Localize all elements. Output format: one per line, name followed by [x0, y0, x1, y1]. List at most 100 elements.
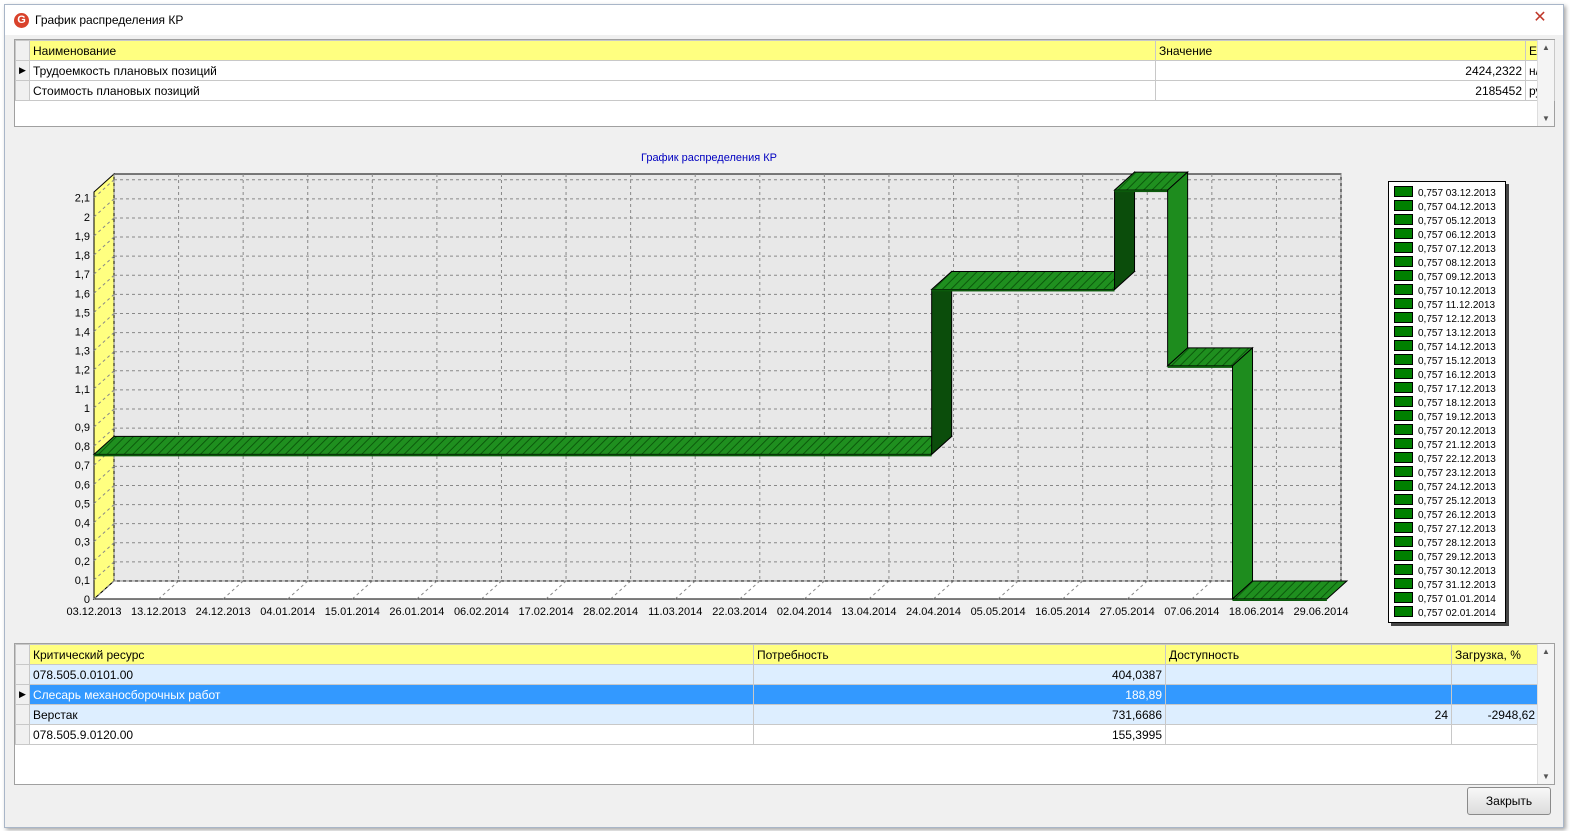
column-header-availability[interactable]: Доступность [1165, 644, 1452, 665]
cell-value[interactable]: 2185452 [1155, 80, 1526, 101]
legend-item: 0,757 24.12.2013 [1394, 480, 1496, 494]
x-tick-label: 24.04.2014 [906, 606, 961, 618]
y-tick-label: 1,8 [75, 250, 90, 262]
legend-swatch [1394, 270, 1413, 281]
cell-load[interactable] [1451, 684, 1539, 705]
x-tick-label: 06.02.2014 [454, 606, 509, 618]
row-indicator-header [15, 644, 30, 665]
y-tick-label: 0,8 [75, 441, 90, 453]
cell-availability[interactable] [1165, 684, 1452, 705]
y-tick-label: 1,7 [75, 269, 90, 281]
x-tick-label: 11.03.2014 [648, 606, 702, 618]
legend-swatch [1394, 592, 1413, 603]
legend-swatch [1394, 298, 1413, 309]
cell-availability[interactable] [1165, 664, 1452, 685]
legend-swatch [1394, 340, 1413, 351]
legend-label: 0,757 18.12.2013 [1418, 398, 1496, 409]
table-row-selected[interactable]: ▶ Слесарь механосборочных работ 188,89 [15, 684, 1539, 705]
cell-need[interactable]: 188,89 [753, 684, 1166, 705]
legend-item: 0,757 07.12.2013 [1394, 242, 1496, 256]
row-indicator [15, 664, 30, 685]
summary-grid: Наименование Значение ЕИ ▶ Трудоемкость … [14, 39, 1555, 127]
cell-resource[interactable]: Слесарь механосборочных работ [29, 684, 754, 705]
cell-load[interactable] [1451, 664, 1539, 685]
cell-load[interactable] [1451, 724, 1539, 745]
legend-item: 0,757 03.12.2013 [1394, 186, 1496, 200]
chart-plot: 0 0,1 0,2 0,3 0,4 0,5 0,6 0,7 0,8 0,9 1 1,1 1,2 1,3 1,… [66, 170, 1349, 618]
scroll-up-icon[interactable]: ▲ [1538, 647, 1554, 656]
legend-item: 0,757 23.12.2013 [1394, 466, 1496, 480]
legend-swatch [1394, 466, 1413, 477]
legend-label: 0,757 10.12.2013 [1418, 286, 1496, 297]
column-header-need[interactable]: Потребность [753, 644, 1166, 665]
legend-label: 0,757 25.12.2013 [1418, 496, 1496, 507]
app-icon: G [14, 13, 29, 28]
legend-item: 0,757 04.12.2013 [1394, 200, 1496, 214]
legend-item: 0,757 05.12.2013 [1394, 214, 1496, 228]
legend-swatch [1394, 200, 1413, 211]
legend-swatch [1394, 312, 1413, 323]
resources-scrollbar[interactable]: ▲ ▼ [1537, 644, 1554, 784]
cell-need[interactable]: 155,3995 [753, 724, 1166, 745]
y-tick-label: 2,1 [75, 193, 90, 205]
legend-item: 0,757 15.12.2013 [1394, 354, 1496, 368]
legend-item: 0,757 18.12.2013 [1394, 396, 1496, 410]
close-button[interactable]: Закрыть [1467, 787, 1551, 815]
y-tick-label: 0,2 [75, 556, 90, 568]
legend-item: 0,757 26.12.2013 [1394, 508, 1496, 522]
legend-item: 0,757 30.12.2013 [1394, 564, 1496, 578]
table-row[interactable]: 078.505.9.0120.00 155,3995 [15, 724, 1539, 745]
table-row[interactable]: 078.505.0.0101.00 404,0387 [15, 664, 1539, 685]
scroll-up-icon[interactable]: ▲ [1538, 43, 1554, 52]
scroll-down-icon[interactable]: ▼ [1538, 114, 1554, 123]
legend-label: 0,757 05.12.2013 [1418, 216, 1496, 227]
cell-resource[interactable]: Верстак [29, 704, 754, 725]
cell-resource[interactable]: 078.505.0.0101.00 [29, 664, 754, 685]
legend-label: 0,757 16.12.2013 [1418, 370, 1496, 381]
cell-name[interactable]: Стоимость плановых позиций [29, 80, 1156, 101]
table-row[interactable]: Стоимость плановых позиций 2185452 руб [15, 80, 1555, 101]
cell-value[interactable]: 2424,2322 [1155, 60, 1526, 81]
legend-swatch [1394, 382, 1413, 393]
y-tick-label: 0,4 [75, 518, 90, 530]
scroll-down-icon[interactable]: ▼ [1538, 772, 1554, 781]
legend-swatch [1394, 284, 1413, 295]
legend-item: 0,757 31.12.2013 [1394, 578, 1496, 592]
cell-load[interactable]: -2948,62 [1451, 704, 1539, 725]
row-indicator [15, 724, 30, 745]
x-tick-label: 07.06.2014 [1164, 606, 1219, 618]
dialog-window: G График распределения КР ✕ Наименование… [4, 4, 1564, 828]
column-header-resource[interactable]: Критический ресурс [29, 644, 754, 665]
x-tick-label: 04.01.2014 [260, 606, 315, 618]
legend-label: 0,757 02.01.2014 [1418, 608, 1496, 619]
cell-availability[interactable] [1165, 724, 1452, 745]
legend-label: 0,757 20.12.2013 [1418, 426, 1496, 437]
window-title: График распределения КР [35, 13, 184, 27]
x-tick-label: 28.02.2014 [583, 606, 638, 618]
table-row[interactable]: Верстак 731,6686 24 -2948,62 [15, 704, 1539, 725]
x-tick-label: 27.05.2014 [1100, 606, 1155, 618]
legend-swatch [1394, 410, 1413, 421]
column-header-name[interactable]: Наименование [29, 40, 1156, 61]
x-tick-label: 13.04.2014 [841, 606, 896, 618]
legend-item: 0,757 11.12.2013 [1394, 298, 1495, 312]
y-tick-label: 1,1 [75, 384, 90, 396]
legend-item: 0,757 12.12.2013 [1394, 312, 1496, 326]
column-header-value[interactable]: Значение [1155, 40, 1526, 61]
summary-scrollbar[interactable]: ▲ ▼ [1537, 40, 1554, 126]
cell-availability[interactable]: 24 [1165, 704, 1452, 725]
column-header-load[interactable]: Загрузка, % [1451, 644, 1539, 665]
legend-swatch [1394, 452, 1413, 463]
resources-header-row: Критический ресурс Потребность Доступнос… [15, 644, 1539, 665]
legend-swatch [1394, 242, 1413, 253]
cell-need[interactable]: 731,6686 [753, 704, 1166, 725]
series-step-top [92, 435, 953, 455]
cell-need[interactable]: 404,0387 [753, 664, 1166, 685]
close-icon[interactable]: ✕ [1525, 9, 1555, 27]
legend-item: 0,757 10.12.2013 [1394, 284, 1496, 298]
table-row[interactable]: ▶ Трудоемкость плановых позиций 2424,232… [15, 60, 1555, 81]
y-tick-label: 0,6 [75, 479, 90, 491]
cell-name[interactable]: Трудоемкость плановых позиций [29, 60, 1156, 81]
legend-label: 0,757 29.12.2013 [1418, 552, 1496, 563]
cell-resource[interactable]: 078.505.9.0120.00 [29, 724, 754, 745]
